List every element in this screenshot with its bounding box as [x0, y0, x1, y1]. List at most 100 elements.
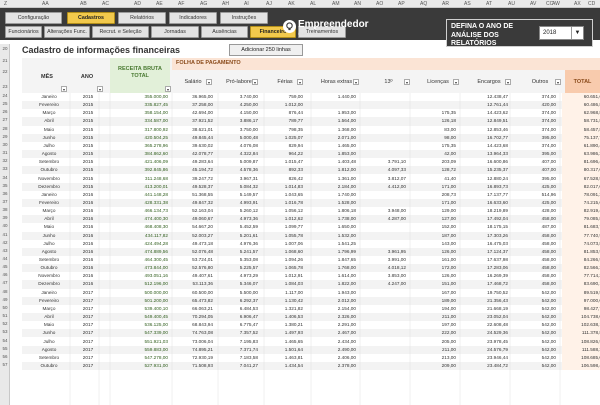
table-cell[interactable]: Março — [32, 305, 66, 313]
table-cell[interactable]: 73.006,04 — [173, 338, 213, 346]
table-cell[interactable]: 127,00 — [414, 215, 456, 223]
table-cell[interactable]: 1.497,93 — [265, 329, 303, 337]
table-cell[interactable]: 876,44 — [265, 109, 303, 117]
nav-indicadores-button[interactable]: Indicadores — [169, 12, 217, 24]
table-cell[interactable]: 2017 — [79, 289, 97, 297]
table-cell[interactable]: 1.532,00 — [312, 232, 356, 240]
table-cell[interactable]: 89.519,5 — [562, 288, 600, 297]
table-cell[interactable]: 1.812,00 — [312, 166, 356, 174]
table-cell[interactable]: 1.740,00 — [312, 191, 356, 199]
table-cell[interactable]: Janeiro — [32, 289, 66, 297]
table-cell[interactable]: 1.768,00 — [312, 264, 356, 272]
table-cell[interactable]: 407,00 — [512, 166, 556, 174]
table-cell[interactable]: 2016 — [79, 223, 97, 231]
table-cell[interactable]: 81.853,9 — [562, 247, 600, 256]
table-cell[interactable]: 542,00 — [512, 354, 556, 362]
table-cell[interactable]: 458,00 — [512, 264, 556, 272]
table-cell[interactable]: 175,35 — [414, 142, 456, 150]
table-cell[interactable]: 374,00 — [512, 126, 556, 134]
table-cell[interactable]: 97.000,0 — [562, 296, 600, 305]
table-cell[interactable]: 3.812,07 — [362, 175, 406, 183]
table-cell[interactable]: 5.260,12 — [218, 207, 258, 215]
table-cell[interactable]: 4.973,29 — [218, 272, 258, 280]
table-cell[interactable]: Abril — [32, 117, 66, 125]
nav-relatorios-button[interactable]: Relatórios — [118, 12, 166, 24]
table-cell[interactable]: 49.407,61 — [173, 272, 213, 280]
table-cell[interactable]: 1.738,00 — [312, 215, 356, 223]
table-cell[interactable]: 16.893,73 — [462, 183, 508, 191]
table-cell[interactable]: 493.051,16 — [112, 272, 168, 280]
table-cell[interactable]: 4.247,00 — [362, 280, 406, 288]
table-cell[interactable]: 7.357,52 — [218, 329, 258, 337]
table-cell[interactable]: 12.880,24 — [462, 175, 508, 183]
table-cell[interactable]: 161,00 — [414, 256, 456, 264]
table-cell[interactable]: 108.685,0 — [562, 353, 600, 362]
table-cell[interactable]: 527.931,00 — [112, 362, 168, 370]
table-cell[interactable]: 5.000,48 — [218, 134, 258, 142]
table-cell[interactable]: 1.650,00 — [312, 223, 356, 231]
table-cell[interactable]: 74.215,6 — [562, 198, 600, 208]
table-cell[interactable]: 458,00 — [512, 280, 556, 288]
table-cell[interactable]: 964,22 — [265, 150, 303, 158]
table-cell[interactable]: 4.097,33 — [362, 166, 406, 174]
filter-dropdown-icon[interactable]: ▾ — [555, 79, 561, 85]
table-cell[interactable]: 128,72 — [414, 166, 456, 174]
table-cell[interactable]: 392.845,86 — [112, 166, 168, 174]
table-cell[interactable]: 5.149,57 — [218, 191, 258, 199]
table-cell[interactable]: 542,00 — [512, 346, 556, 354]
nav-recrut-e-selecao-button[interactable]: Recrut. e Seleção — [92, 26, 149, 38]
table-cell[interactable]: 2016 — [79, 215, 97, 223]
table-cell[interactable]: Junho — [32, 232, 66, 240]
table-cell[interactable]: 2015 — [79, 150, 97, 158]
filter-dropdown-icon[interactable]: ▾ — [404, 79, 410, 85]
table-cell[interactable]: Novembro — [32, 272, 66, 280]
table-cell[interactable]: 829,94 — [265, 142, 303, 150]
nav-alteracoes-func--button[interactable]: Alterações Func. — [44, 26, 90, 38]
table-cell[interactable]: 3.948,00 — [362, 207, 406, 215]
table-cell[interactable]: 16.633,60 — [462, 199, 508, 207]
table-cell[interactable]: 413.200,01 — [112, 183, 168, 191]
table-cell[interactable]: Abril — [32, 313, 66, 321]
table-cell[interactable]: Junho — [32, 329, 66, 337]
table-cell[interactable]: 1.463,81 — [265, 354, 303, 362]
table-cell[interactable]: 2017 — [79, 313, 97, 321]
table-cell[interactable]: 759,00 — [265, 93, 303, 101]
table-cell[interactable]: 466.134,73 — [112, 207, 168, 215]
table-cell[interactable]: 5.452,59 — [218, 223, 258, 231]
table-cell[interactable]: 2016 — [79, 256, 97, 264]
table-cell[interactable]: 5.201,61 — [218, 232, 258, 240]
table-cell[interactable]: 474.889,56 — [112, 248, 168, 256]
table-cell[interactable]: 2015 — [79, 183, 97, 191]
table-cell[interactable]: 171,00 — [414, 183, 456, 191]
table-cell[interactable]: Março — [32, 109, 66, 117]
table-cell[interactable]: 428,00 — [512, 207, 556, 215]
table-cell[interactable]: 7.041,27 — [218, 362, 258, 370]
table-cell[interactable]: 54.667,20 — [173, 223, 213, 231]
table-cell[interactable]: 5.500,00 — [218, 289, 258, 297]
table-cell[interactable]: 1.406,53 — [265, 313, 303, 321]
table-cell[interactable]: 1.025,07 — [265, 134, 303, 142]
table-cell[interactable]: 434.117,82 — [112, 232, 168, 240]
table-cell[interactable]: 6.906,47 — [218, 313, 258, 321]
table-cell[interactable]: 5.084,32 — [218, 183, 258, 191]
table-cell[interactable]: 1.501,64 — [265, 346, 303, 354]
table-cell[interactable]: 58.457,8 — [562, 125, 600, 134]
table-cell[interactable]: 49.060,67 — [173, 215, 213, 223]
table-cell[interactable]: 4.976,36 — [218, 240, 258, 248]
table-cell[interactable]: 66.063,21 — [173, 305, 213, 313]
table-cell[interactable]: 2015 — [79, 166, 97, 174]
table-cell[interactable]: 16.269,39 — [462, 272, 508, 280]
table-cell[interactable]: 500.000,00 — [112, 289, 168, 297]
table-cell[interactable]: 70.294,05 — [173, 313, 213, 321]
table-cell[interactable]: 4.993,91 — [218, 199, 258, 207]
table-cell[interactable]: 5.225,57 — [218, 264, 258, 272]
table-cell[interactable]: 458,00 — [512, 248, 556, 256]
table-cell[interactable]: 542,00 — [512, 297, 556, 305]
filter-dropdown-icon[interactable]: ▾ — [97, 86, 103, 92]
table-cell[interactable]: 106.598,4 — [562, 361, 600, 371]
table-cell[interactable]: 23.978,45 — [462, 338, 508, 346]
filter-dropdown-icon[interactable]: ▾ — [165, 86, 171, 92]
table-cell[interactable]: 1.099,77 — [265, 223, 303, 231]
table-cell[interactable]: 441.148,28 — [112, 191, 168, 199]
table-cell[interactable]: 1.796,99 — [312, 248, 356, 256]
